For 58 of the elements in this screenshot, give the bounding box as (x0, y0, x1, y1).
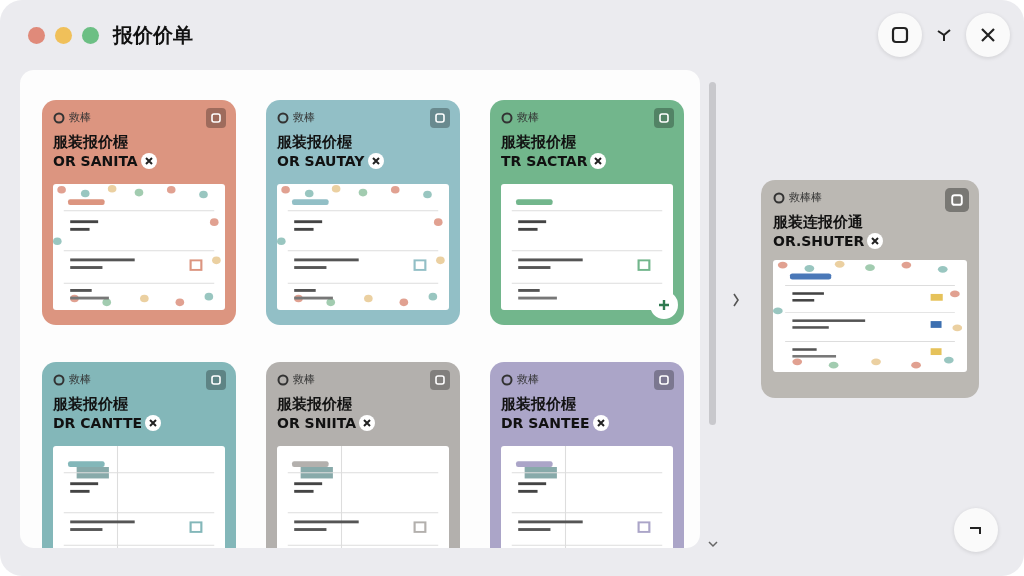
maximize-button[interactable] (878, 13, 922, 57)
window-title: 报价价单 (113, 21, 193, 49)
template-card[interactable]: 救棒 服装报价楃 OR SNIITA (266, 362, 460, 548)
close-button[interactable] (966, 13, 1010, 57)
card-code: OR SAUTAY (277, 152, 365, 170)
card-title: 服装报价楃 (53, 133, 129, 151)
scrollbar-thumb[interactable] (709, 82, 716, 425)
card-title: 服装报价楃 (501, 395, 577, 413)
template-card[interactable]: 救棒 服装报价楃 OR SANITA (42, 100, 236, 325)
square-icon[interactable] (654, 108, 674, 128)
circle-icon (501, 111, 513, 124)
circle-icon (277, 373, 289, 386)
badge-icon (367, 153, 384, 169)
maximize-icon (890, 25, 910, 45)
card-label: 救棒 (69, 110, 91, 125)
card-label: 救棒 (69, 372, 91, 387)
card-title: 服装报价楃 (277, 133, 353, 151)
card-code: OR SNIITA (277, 414, 357, 432)
card-code: DR CANTTE (53, 414, 143, 432)
card-code: OR SANITA (53, 152, 138, 170)
card-label: 救棒 (517, 110, 539, 125)
square-icon[interactable] (206, 370, 226, 390)
card-title: 服装报价楃 (501, 133, 577, 151)
template-card[interactable]: 救棒 服装报价楃 DR SANTEE (490, 362, 684, 548)
card-label: 救棒 (293, 372, 315, 387)
template-card[interactable]: 救棒 服装报价楃 TR SACTAR (490, 100, 684, 325)
card-code: DR SANTEE (501, 414, 590, 432)
square-icon (945, 188, 969, 212)
plus-icon (658, 299, 670, 311)
circle-icon (277, 111, 289, 124)
square-icon[interactable] (654, 370, 674, 390)
card-title: 服装报价楃 (277, 395, 353, 413)
badge-icon (145, 415, 162, 431)
card-label: 救棒 (517, 372, 539, 387)
square-icon[interactable] (430, 108, 450, 128)
chevron-right-icon[interactable] (732, 292, 740, 308)
close-light[interactable] (28, 26, 45, 44)
badge-icon (867, 233, 884, 249)
badge-icon (592, 415, 609, 431)
template-card[interactable]: 救棒 服装报价楃 OR SAUTAY (266, 100, 460, 325)
card-code: TR SACTAR (501, 152, 588, 170)
card-label: 救棒棒 (789, 190, 822, 205)
square-icon[interactable] (206, 108, 226, 128)
card-code: OR.SHUTER (773, 232, 865, 250)
badge-icon (359, 415, 376, 431)
pin-icon[interactable] (936, 28, 952, 42)
badge-icon (590, 153, 607, 169)
card-title: 服装报价楃 (53, 395, 129, 413)
template-card[interactable]: 救棒 服装报价楃 DR CANTTE (42, 362, 236, 548)
circle-icon (53, 373, 65, 386)
circle-icon (53, 111, 65, 124)
square-icon[interactable] (430, 370, 450, 390)
card-title: 服装连报价通 (773, 213, 864, 231)
card-label: 救棒 (293, 110, 315, 125)
circle-icon (773, 191, 785, 204)
circle-icon (501, 373, 513, 386)
scroll-down-icon[interactable] (708, 540, 718, 548)
badge-icon (140, 153, 157, 169)
